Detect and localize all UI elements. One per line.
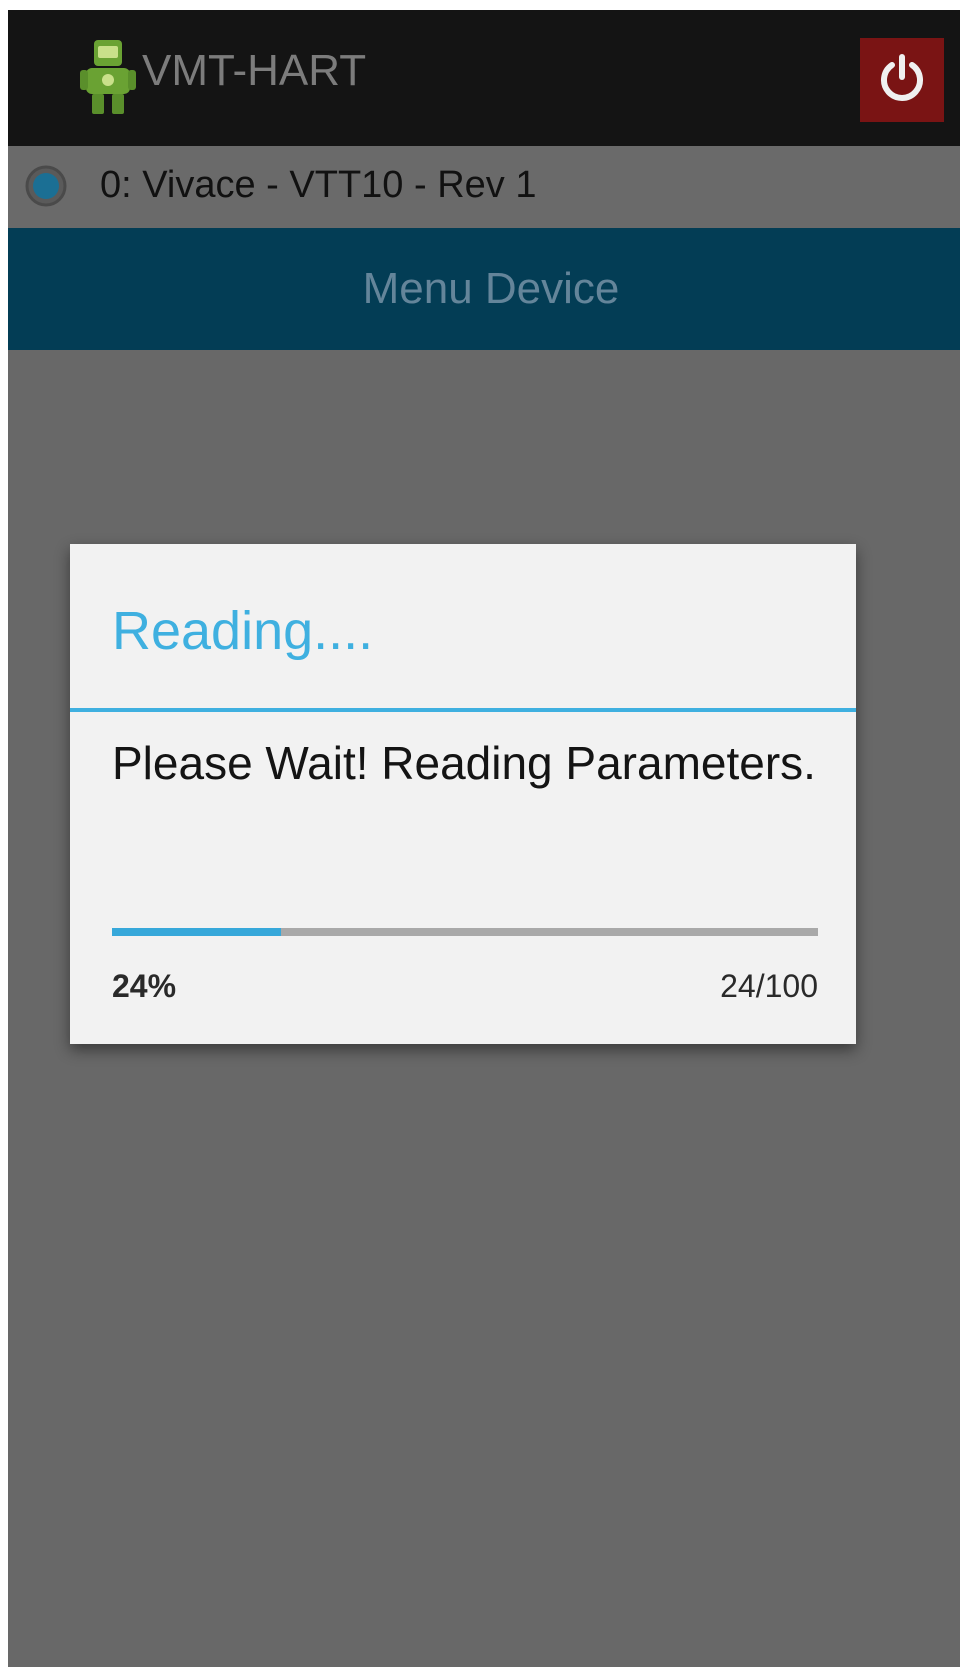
menu-header: Menu Device [8, 228, 960, 350]
progress-bar-fill [112, 928, 282, 936]
power-icon [875, 51, 929, 110]
app-title: VMT-HART [142, 46, 367, 95]
app-screen: VMT-HART 0: Vivace - VTT10 - Rev 1 Menu … [8, 10, 960, 1667]
device-selector[interactable]: 0: Vivace - VTT10 - Rev 1 [8, 146, 960, 228]
dialog-title: Reading.... [112, 601, 374, 661]
progress-dialog: Reading.... Please Wait! Reading Paramet… [70, 544, 856, 1044]
menu-title: Menu Device [362, 264, 620, 313]
robot-app-icon [80, 38, 136, 118]
progress-percent: 24% [112, 968, 177, 1004]
device-radio-button[interactable] [24, 164, 68, 208]
progress-count: 24/100 [720, 968, 818, 1004]
device-label: 0: Vivace - VTT10 - Rev 1 [100, 164, 537, 206]
dialog-message: Please Wait! Reading Parameters. [112, 737, 816, 789]
action-bar: VMT-HART [8, 10, 960, 146]
dialog-divider [70, 708, 856, 712]
power-button[interactable] [860, 38, 944, 122]
progress-bar [112, 928, 818, 936]
